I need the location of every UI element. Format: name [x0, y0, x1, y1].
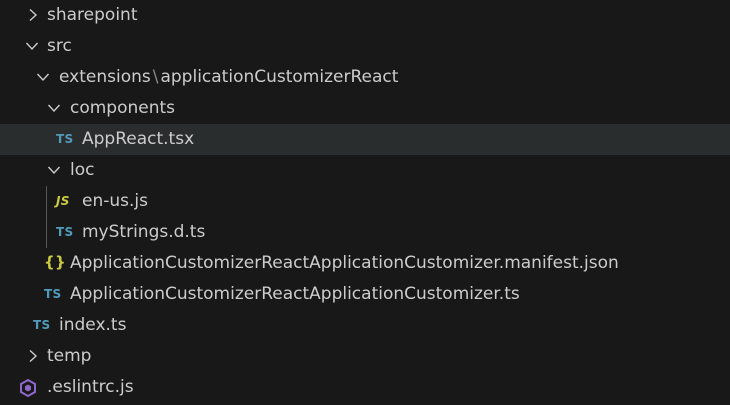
chevron-right-icon [26, 8, 40, 22]
file-explorer-tree: sharepoint src extensions \ applicationCus… [0, 0, 730, 405]
tree-folder-loc[interactable]: loc [0, 155, 730, 186]
chevron-down-icon [47, 163, 61, 177]
tree-file-mystrings-d-ts[interactable]: TS myStrings.d.ts [0, 217, 730, 248]
chevron-down-icon [36, 70, 50, 84]
typescript-file-icon: TS [33, 318, 51, 332]
compact-folder-separator: \ [152, 67, 159, 87]
tree-item-label: index.ts [59, 315, 127, 335]
tree-item-label: .eslintrc.js [47, 377, 134, 397]
tree-folder-temp[interactable]: temp [0, 341, 730, 372]
tree-item-label: en-us.js [82, 191, 148, 211]
tree-item-label: sharepoint [47, 5, 138, 25]
eslint-icon [19, 378, 37, 402]
chevron-down-icon [47, 101, 61, 115]
tree-file-index-ts[interactable]: TS index.ts [0, 310, 730, 341]
typescript-file-icon: TS [44, 287, 62, 301]
json-file-icon: {} [44, 253, 66, 271]
tree-item-label: extensions \ applicationCustomizerReact [59, 67, 398, 87]
tree-file-application-customizer-ts[interactable]: TS ApplicationCustomizerReactApplication… [0, 279, 730, 310]
javascript-file-icon: JS [56, 194, 70, 208]
tree-folder-extensions[interactable]: extensions \ applicationCustomizerReact [0, 62, 730, 93]
tree-item-label: components [70, 98, 176, 118]
tree-file-en-us-js[interactable]: JS en-us.js [0, 186, 730, 217]
tree-folder-src[interactable]: src [0, 31, 730, 62]
chevron-right-icon [26, 349, 40, 363]
tree-item-label: loc [70, 160, 95, 180]
chevron-down-icon [25, 39, 39, 53]
tree-item-label: AppReact.tsx [82, 129, 195, 149]
tree-item-label: ApplicationCustomizerReactApplicationCus… [70, 253, 619, 273]
tree-item-label: myStrings.d.ts [82, 222, 206, 242]
typescript-file-icon: TS [56, 132, 74, 146]
tree-item-label: temp [47, 346, 92, 366]
tree-file-manifest-json[interactable]: {} ApplicationCustomizerReactApplication… [0, 248, 730, 279]
tree-folder-components[interactable]: components [0, 93, 730, 124]
tree-file-eslintrc-js[interactable]: .eslintrc.js [0, 372, 730, 403]
typescript-file-icon: TS [56, 225, 74, 239]
tree-item-label: src [47, 36, 72, 56]
folder-name-extensions: extensions [59, 67, 151, 87]
tree-file-appreact-tsx[interactable]: TS AppReact.tsx [0, 124, 730, 155]
folder-name-application-customizer-react: applicationCustomizerReact [160, 67, 399, 87]
tree-folder-sharepoint[interactable]: sharepoint [0, 0, 730, 31]
tree-item-label: ApplicationCustomizerReactApplicationCus… [70, 284, 520, 304]
